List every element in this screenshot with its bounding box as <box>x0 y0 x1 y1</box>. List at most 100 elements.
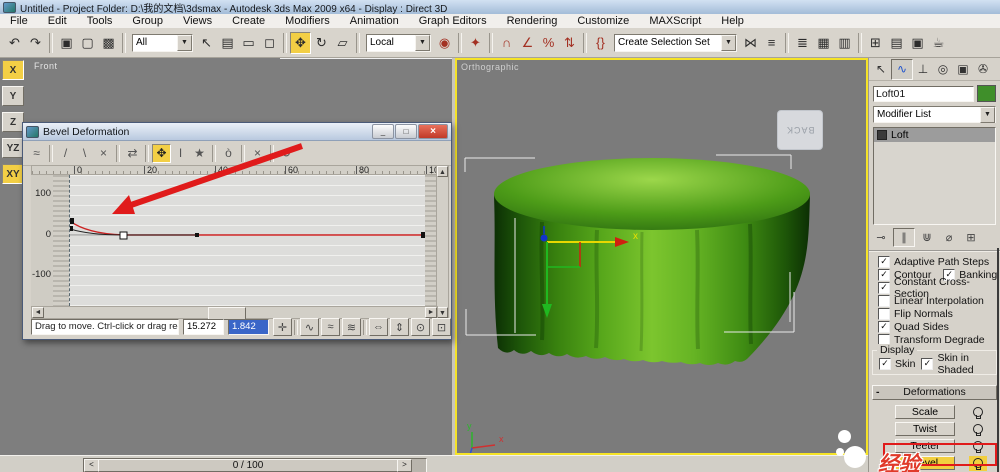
named-selection-sets-icon[interactable]: {} <box>590 32 611 54</box>
material-editor-icon[interactable]: ⊞ <box>865 32 886 54</box>
menu-item[interactable]: Graph Editors <box>409 15 497 27</box>
axis-constraint-button[interactable]: X <box>2 60 24 80</box>
deformation-button[interactable]: Scale <box>895 405 955 419</box>
scroll-up-icon[interactable]: ▲ <box>437 166 448 177</box>
chevron-down-icon[interactable]: ▼ <box>177 35 192 51</box>
next-frame-button[interactable]: > <box>397 459 412 472</box>
time-slider-thumb[interactable]: 0 / 100 <box>98 459 398 472</box>
object-color-swatch[interactable] <box>977 85 996 102</box>
display-tab[interactable]: ▣ <box>953 60 973 79</box>
close-button[interactable]: × <box>418 124 448 139</box>
maximize-button[interactable]: □ <box>395 124 417 139</box>
zoom-extents-icon[interactable]: ∿ <box>300 318 319 336</box>
menu-item[interactable]: Animation <box>340 15 409 27</box>
chevron-down-icon[interactable]: ▼ <box>980 107 995 123</box>
graph-plot-area[interactable] <box>69 175 426 306</box>
checkbox[interactable]: ✓ <box>878 295 890 307</box>
zoom-value-extents-icon[interactable]: ≋ <box>342 318 361 336</box>
pin-stack-icon[interactable]: ⊸ <box>871 229 891 246</box>
option-checkbox-row[interactable]: ✓ Skin in Shaded <box>921 358 994 371</box>
selection-filter-dropdown[interactable]: All ▼ <box>132 34 193 52</box>
use-pivot-point-icon[interactable]: ◉ <box>434 32 455 54</box>
stack-item-loft[interactable]: Loft <box>874 128 995 142</box>
rectangular-selection-region-icon[interactable]: ▭ <box>238 32 259 54</box>
option-checkbox-row[interactable]: ✓ Linear Interpolation <box>869 295 1000 308</box>
zoom-region-icon[interactable]: ⊡ <box>432 318 451 336</box>
snaps-toggle-icon[interactable]: ∩ <box>496 32 517 54</box>
menu-item[interactable]: Help <box>711 15 754 27</box>
insert-corner-point-icon[interactable]: ★ <box>190 144 209 163</box>
option-checkbox-row[interactable]: ✓ Quad Sides <box>869 321 1000 334</box>
checkbox[interactable]: ✓ <box>879 358 891 370</box>
select-object-icon[interactable]: ↖ <box>196 32 217 54</box>
display-y-axis-icon[interactable]: \ <box>75 144 94 163</box>
select-by-name-icon[interactable]: ▤ <box>217 32 238 54</box>
menu-item[interactable]: Rendering <box>497 15 568 27</box>
deformation-graph[interactable]: 1000-100 <box>31 175 438 306</box>
display-x-axis-icon[interactable]: / <box>56 144 75 163</box>
make-unique-icon[interactable]: ⋓ <box>917 229 937 246</box>
zoom-vertically-icon[interactable]: ⇕ <box>390 318 409 336</box>
coordinate-system-dropdown[interactable]: Local ▼ <box>366 34 431 52</box>
swap-deform-curves-icon[interactable]: ⇄ <box>123 144 142 163</box>
chevron-down-icon[interactable]: ▼ <box>721 35 736 51</box>
select-and-link-icon[interactable]: ▣ <box>56 32 77 54</box>
angle-snap-icon[interactable]: ∠ <box>517 32 538 54</box>
select-and-manipulate-icon[interactable]: ✦ <box>465 32 486 54</box>
select-and-scale-icon[interactable]: ▱ <box>332 32 353 54</box>
layer-manager-icon[interactable]: ≣ <box>792 32 813 54</box>
checkbox[interactable]: ✓ <box>878 256 890 268</box>
unlink-selection-icon[interactable]: ▢ <box>77 32 98 54</box>
menu-item[interactable]: Edit <box>38 15 77 27</box>
window-crossing-icon[interactable]: ◻ <box>259 32 280 54</box>
hierarchy-tab[interactable]: ⊥ <box>913 60 933 79</box>
percent-snap-icon[interactable]: % <box>538 32 559 54</box>
configure-modifier-sets-icon[interactable]: ⊞ <box>961 229 981 246</box>
axis-constraint-button[interactable]: Y <box>2 86 24 106</box>
redo-icon[interactable]: ↷ <box>25 32 46 54</box>
remove-modifier-icon[interactable]: ⌀ <box>939 229 959 246</box>
deformation-toggle[interactable] <box>969 422 987 437</box>
zoom-horizontal-extents-icon[interactable]: ≈ <box>321 318 340 336</box>
menu-item[interactable]: MAXScript <box>639 15 711 27</box>
menu-item[interactable]: Group <box>122 15 173 27</box>
option-checkbox-row[interactable]: ✓ Adaptive Path Steps <box>869 255 1000 268</box>
pan-icon[interactable]: ✛ <box>273 318 292 336</box>
zoom-horizontally-icon[interactable]: ⇔ <box>369 318 388 336</box>
menu-item[interactable]: Views <box>173 15 222 27</box>
modify-tab[interactable]: ∿ <box>891 59 913 80</box>
spinner-snap-icon[interactable]: ⇅ <box>559 32 580 54</box>
option-checkbox-row[interactable]: ✓ Flip Normals <box>869 308 1000 321</box>
axis-constraint-button[interactable]: XY <box>2 164 24 184</box>
quick-render-icon[interactable]: ☕ <box>928 32 949 54</box>
menu-item[interactable]: Create <box>222 15 275 27</box>
move-control-point-icon[interactable]: ✥ <box>152 144 171 163</box>
align-icon[interactable]: ≡ <box>761 32 782 54</box>
bezier-point-icon[interactable]: ò <box>219 144 238 163</box>
checkbox[interactable]: ✓ <box>878 321 890 333</box>
select-and-rotate-icon[interactable]: ↻ <box>311 32 332 54</box>
render-setup-icon[interactable]: ▤ <box>886 32 907 54</box>
coord-y-field[interactable]: 1.842 <box>228 319 269 335</box>
coord-x-field[interactable]: 15.272 <box>183 319 224 335</box>
schematic-view-icon[interactable]: ▥ <box>834 32 855 54</box>
checkbox[interactable]: ✓ <box>878 308 890 320</box>
reset-curve-icon[interactable]: ↺ <box>277 144 296 163</box>
mirror-icon[interactable]: ⋈ <box>740 32 761 54</box>
delete-control-point-icon[interactable]: × <box>248 144 267 163</box>
minimize-button[interactable]: _ <box>372 124 394 139</box>
checkbox[interactable]: ✓ <box>921 358 933 370</box>
display-xy-axes-icon[interactable]: × <box>94 144 113 163</box>
panel-scrollbar[interactable] <box>997 248 999 472</box>
vertical-scrollbar[interactable]: ▲ ▼ <box>436 165 449 319</box>
modifier-list-dropdown[interactable]: Modifier List ▼ <box>873 106 996 123</box>
bind-to-space-warp-icon[interactable]: ▩ <box>98 32 119 54</box>
deformation-toggle[interactable] <box>969 405 987 420</box>
named-selection-set-dropdown[interactable]: Create Selection Set ▼ <box>614 34 737 52</box>
menu-item[interactable]: Tools <box>77 15 123 27</box>
axis-constraint-button[interactable]: YZ <box>2 138 24 158</box>
chevron-down-icon[interactable]: ▼ <box>415 35 430 51</box>
rendered-frame-icon[interactable]: ▣ <box>907 32 928 54</box>
make-symmetrical-icon[interactable]: ≈ <box>27 144 46 163</box>
deformations-rollout-header[interactable]: - Deformations <box>872 385 997 400</box>
